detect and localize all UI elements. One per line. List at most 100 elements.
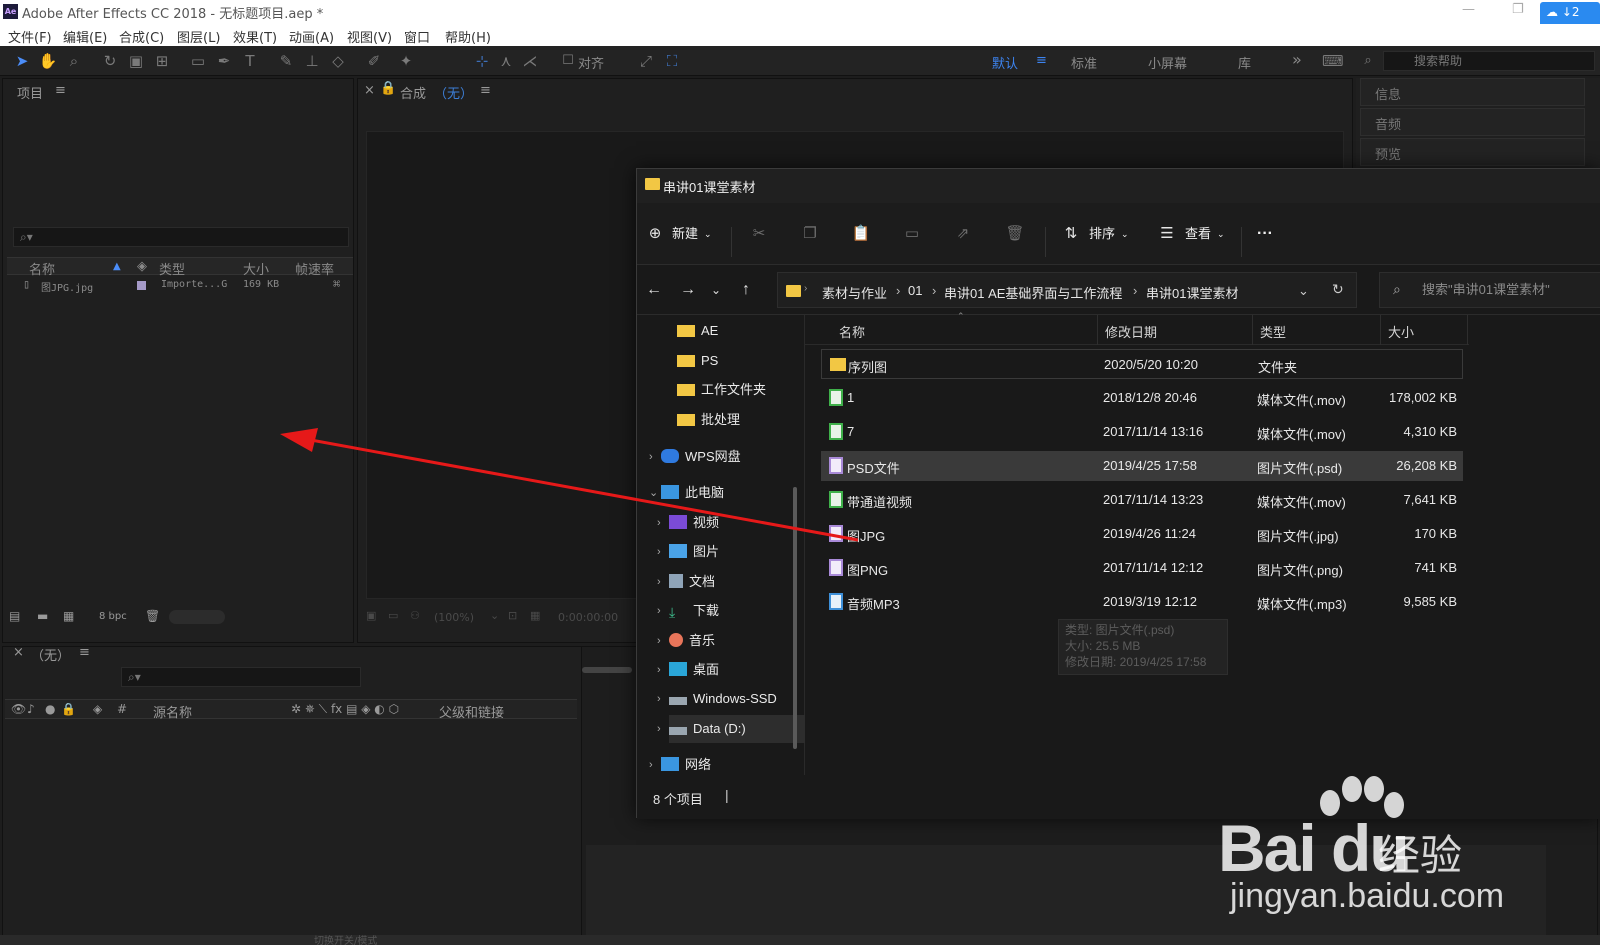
chevron-right-icon[interactable]: › [657, 715, 661, 743]
trash-icon[interactable]: 🗑 [145, 609, 160, 623]
sidebar-item-this-pc[interactable]: ⌄ 此电脑 [649, 479, 805, 507]
display-icon[interactable]: ▭ [388, 609, 398, 622]
align-checkbox-icon[interactable]: ☐ [558, 51, 578, 71]
explorer-search-input[interactable]: 搜索"串讲01课堂素材" [1379, 272, 1600, 308]
column-frame-rate[interactable]: 帧速率 [295, 259, 334, 278]
clone-stamp-tool-icon[interactable]: ⊥ [302, 51, 322, 71]
info-panel-tab[interactable]: 信息 [1360, 78, 1585, 106]
menu-layer[interactable]: 图层(L) [177, 27, 220, 46]
chevron-right-icon[interactable]: › [657, 568, 661, 596]
new-folder-icon[interactable]: ▬ [37, 609, 48, 623]
parent-link-column[interactable]: 父级和链接 [439, 702, 504, 721]
paste-icon[interactable]: 📋 [851, 224, 871, 244]
chevron-right-icon[interactable]: › [657, 685, 661, 713]
sidebar-item-desktop[interactable]: › 桌面 [657, 656, 813, 684]
file-row-psd[interactable]: PSD文件 2019/4/25 17:58 图片文件(.psd) 26,208 … [821, 451, 1463, 481]
sidebar-item-ae[interactable]: AE [677, 317, 821, 345]
share-icon[interactable]: ⇗ [953, 224, 973, 244]
snap-target-icon[interactable]: ⛶ [662, 51, 682, 71]
always-preview-icon[interactable]: ▣ [366, 609, 376, 622]
transparency-grid-icon[interactable]: ▦ [530, 609, 540, 622]
sidebar-item-wps-drive[interactable]: › WPS网盘 [649, 443, 805, 471]
workspace-standard[interactable]: 标准 [1071, 53, 1097, 72]
sidebar-item-work-folder[interactable]: 工作文件夹 [677, 376, 821, 404]
grid-icon[interactable]: ⊡ [508, 609, 517, 622]
hand-tool-icon[interactable]: ✋ [38, 51, 58, 71]
sidebar-scrollbar[interactable] [793, 487, 797, 749]
switches-icon[interactable]: ✲ ✵ ⟍ fx ▤ ◈ ◐ ⬡ [291, 702, 399, 717]
chevron-down-icon[interactable]: ⌄ [1217, 221, 1225, 247]
mask-visibility-icon[interactable]: ⚇ [410, 609, 420, 622]
cut-icon[interactable]: ✂ [749, 224, 769, 244]
menu-effect[interactable]: 效果(T) [233, 27, 277, 46]
camera-tool-icon[interactable]: ▣ [126, 51, 146, 71]
snap-icon[interactable]: ⤢ [636, 51, 656, 71]
project-search-input[interactable]: ⌕▾ [13, 227, 349, 247]
chevron-right-icon[interactable]: › [649, 443, 653, 471]
interpret-footage-icon[interactable]: ▤ [9, 609, 20, 623]
sidebar-item-documents[interactable]: › 文档 [657, 568, 813, 596]
sidebar-item-downloads[interactable]: › ⤓ 下载 [657, 597, 813, 625]
magnification-select[interactable]: (100%) [434, 611, 474, 624]
label-tag-icon[interactable]: ◈ [93, 702, 102, 716]
chevron-right-icon[interactable]: › [657, 538, 661, 566]
chevron-down-icon[interactable]: ⌄ [649, 479, 658, 507]
timeline-search-input[interactable]: ⌕▾ [121, 667, 361, 687]
zoom-tool-icon[interactable]: ⌕ [64, 51, 84, 71]
lock-icon[interactable]: 🔒 [380, 81, 396, 96]
chevron-right-icon[interactable]: › [657, 627, 661, 655]
flowchart-icon[interactable]: ⌘ [333, 277, 340, 291]
breadcrumb-item-4[interactable]: 串讲01课堂素材 [1146, 283, 1238, 302]
sidebar-item-music[interactable]: › 音乐 [657, 627, 813, 655]
address-bar[interactable]: › 素材与作业 › 01 › 串讲01 AE基础界面与工作流程 › 串讲01课堂… [777, 272, 1357, 308]
chevron-down-icon[interactable]: ⌄ [490, 609, 499, 622]
chevron-down-icon[interactable]: ⌄ [704, 221, 712, 247]
chevron-right-icon[interactable]: › [657, 656, 661, 684]
menu-edit[interactable]: 编辑(E) [63, 27, 107, 46]
sidebar-item-pictures[interactable]: › 图片 [657, 538, 813, 566]
refresh-icon[interactable]: ↻ [1332, 281, 1344, 298]
brush-tool-icon[interactable]: ✎ [276, 51, 296, 71]
file-row-jpg[interactable]: 图JPG 2019/4/26 11:24 图片文件(.jpg) 170 KB [821, 519, 1463, 549]
rectangle-tool-icon[interactable]: ▭ [188, 51, 208, 71]
sidebar-item-ps[interactable]: PS [677, 347, 821, 375]
column-size[interactable]: 大小 [243, 259, 269, 278]
workspace-overflow[interactable]: » [1292, 50, 1302, 69]
project-item-row[interactable]: ▯ 图JPG.jpg Importe...G 169 KB ⌘ [7, 277, 353, 295]
address-dropdown-icon[interactable]: ⌄ [1298, 283, 1309, 299]
lock-icon[interactable]: 🔒 [61, 702, 76, 716]
solo-icon[interactable]: ● [45, 702, 55, 716]
label-color-swatch[interactable] [137, 281, 146, 290]
visibility-icon[interactable]: 👁 [11, 702, 26, 716]
workspace-library[interactable]: 库 [1238, 53, 1251, 72]
workspace-small-screen[interactable]: 小屏幕 [1148, 53, 1187, 72]
view-button[interactable]: 查看 [1185, 221, 1211, 247]
up-arrow-icon[interactable]: ↑ [735, 279, 757, 301]
menu-file[interactable]: 文件(F) [8, 27, 52, 46]
chevron-right-icon[interactable]: › [657, 509, 661, 537]
delete-icon[interactable]: 🗑 [1005, 224, 1025, 244]
rename-icon[interactable]: ▭ [902, 224, 922, 244]
menu-help[interactable]: 帮助(H) [445, 27, 491, 46]
breadcrumb-item-1[interactable]: 素材与作业 [822, 283, 887, 302]
type-tool-icon[interactable]: T [240, 51, 260, 71]
panel-menu-icon[interactable]: ≡ [79, 645, 90, 660]
sidebar-item-data-d[interactable]: › Data (D:) [657, 715, 813, 743]
eraser-tool-icon[interactable]: ◇ [328, 51, 348, 71]
minimize-icon[interactable]: — [1462, 2, 1475, 17]
column-date-modified[interactable]: 修改日期 [1105, 322, 1157, 341]
forward-arrow-icon[interactable]: → [677, 279, 699, 301]
breadcrumb-item-3[interactable]: 串讲01 AE基础界面与工作流程 [944, 283, 1122, 302]
breadcrumb-item-2[interactable]: 01 [908, 283, 922, 298]
column-name[interactable]: 名称 [29, 259, 55, 278]
file-row-7[interactable]: 7 2017/11/14 13:16 媒体文件(.mov) 4,310 KB [821, 417, 1463, 447]
chevron-right-icon[interactable]: › [657, 597, 661, 625]
menu-view[interactable]: 视图(V) [347, 27, 392, 46]
workspace-menu-icon[interactable]: ≡ [1036, 53, 1047, 68]
pan-behind-tool-icon[interactable]: ⊞ [152, 51, 172, 71]
puppet-pin-tool-icon[interactable]: ✦ [396, 51, 416, 71]
sort-button[interactable]: 排序 [1089, 221, 1115, 247]
time-navigator[interactable] [582, 667, 632, 673]
sort-ascending-icon[interactable]: ▲ [113, 261, 121, 272]
file-row-png[interactable]: 图PNG 2017/11/14 12:12 图片文件(.png) 741 KB [821, 553, 1463, 583]
